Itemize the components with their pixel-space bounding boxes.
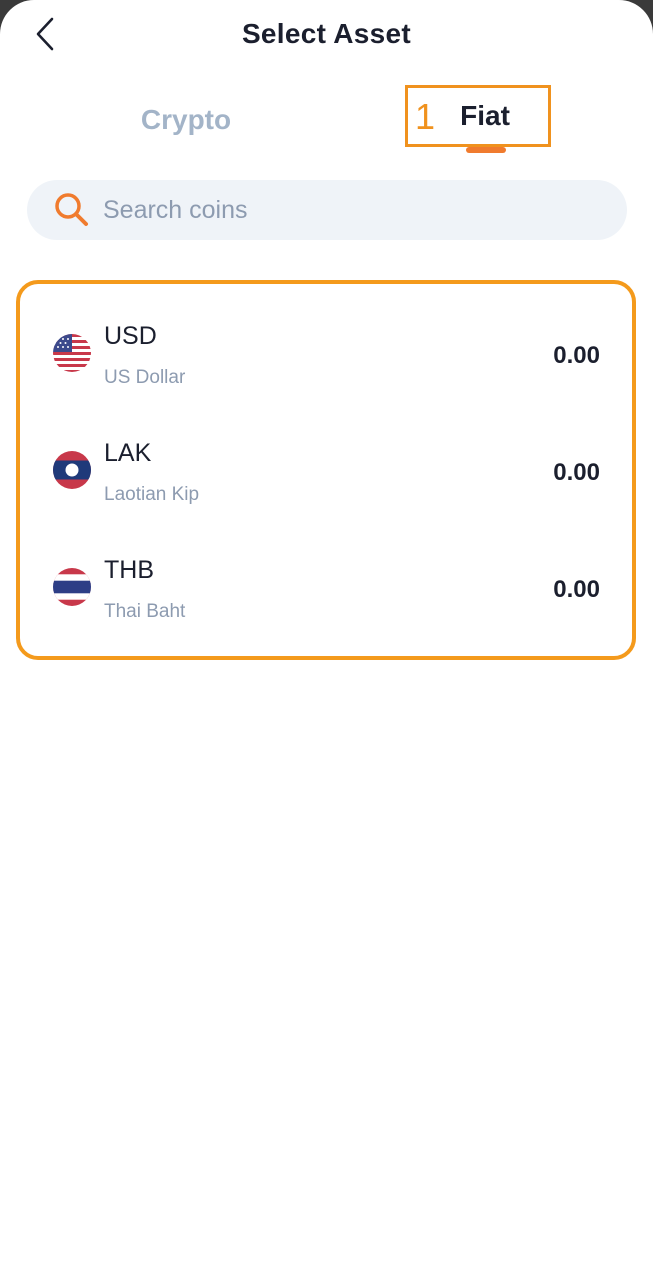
asset-code: USD <box>104 322 157 350</box>
select-asset-screen: Select Asset Crypto 1 Fiat Search coins … <box>0 0 653 1280</box>
us-flag-icon <box>53 334 91 372</box>
active-tab-indicator <box>466 147 506 153</box>
asset-name: Thai Baht <box>104 601 186 622</box>
page-title: Select Asset <box>241 18 412 49</box>
asset-list: USD US Dollar 0.00 LAK Laotian Kip 0.00 <box>16 280 636 660</box>
search-icon <box>55 193 88 226</box>
asset-code: THB <box>104 556 154 584</box>
asset-balance: 0.00 <box>553 342 600 369</box>
tab-crypto[interactable]: Crypto <box>100 92 272 148</box>
asset-balance: 0.00 <box>553 576 600 603</box>
asset-name: Laotian Kip <box>104 484 200 505</box>
asset-row-thb[interactable]: THB Thai Baht 0.00 <box>20 536 632 653</box>
search-bar[interactable] <box>27 180 627 240</box>
thailand-flag-icon <box>53 568 91 606</box>
asset-code: LAK <box>104 439 152 467</box>
tab-fiat[interactable]: 1 Fiat <box>405 85 551 147</box>
laos-flag-icon <box>53 451 91 489</box>
tab-fiat-label: Fiat <box>460 100 510 131</box>
asset-row-usd[interactable]: USD US Dollar 0.00 <box>20 302 632 419</box>
asset-row-lak[interactable]: LAK Laotian Kip 0.00 <box>20 419 632 536</box>
asset-balance: 0.00 <box>553 459 600 486</box>
asset-name: US Dollar <box>104 367 186 388</box>
search-input[interactable] <box>103 190 563 230</box>
step-marker: 1 <box>415 96 436 137</box>
